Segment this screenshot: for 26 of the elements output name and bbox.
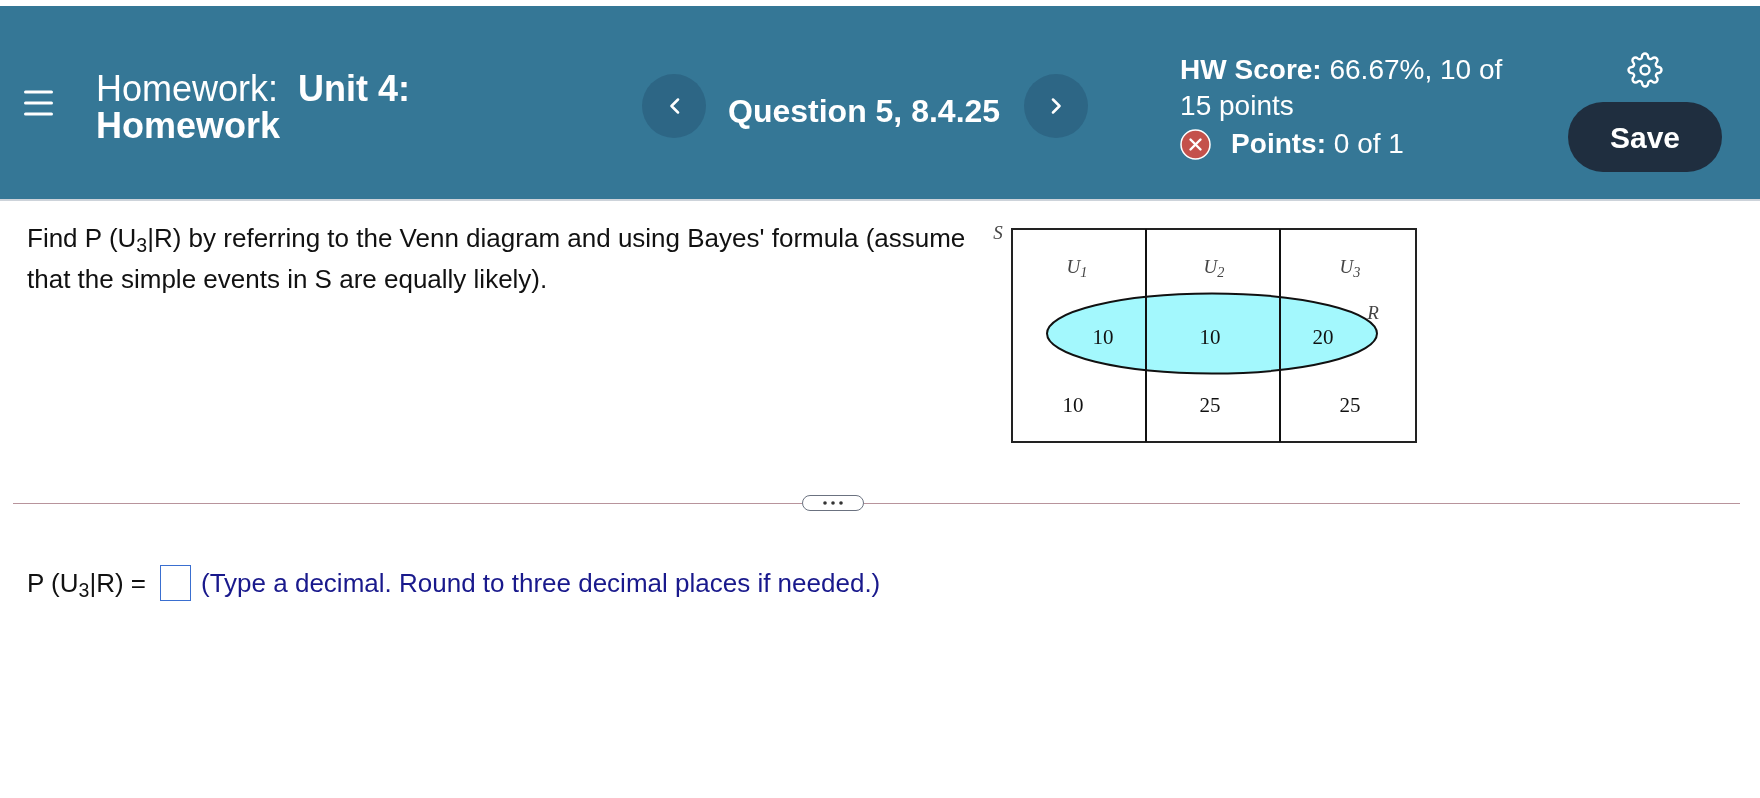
homework-score: HW Score: 66.67%, 10 of 15 points [1180, 53, 1504, 123]
answer-hint: (Type a decimal. Round to three decimal places if needed.) [201, 567, 881, 600]
settings-icon[interactable] [1627, 52, 1663, 88]
answer-prompt: P (U$_{3}$|R) = [27, 567, 146, 602]
assignment-title: Homework: Unit 4: Homework [96, 70, 412, 144]
set-label: U$_{2}$ [1203, 256, 1225, 278]
region-count: 10 [1199, 325, 1221, 349]
question-text: Find P (U$_{3}$|R) by referring to the Venn diagram and using Bayes' formula (assume that the simple events in S are equally likely). [27, 222, 967, 296]
chevron-left-icon [668, 98, 680, 114]
expand-button[interactable] [802, 495, 864, 511]
set-label: U$_{1}$ [1066, 256, 1088, 278]
question-points: Points: 0 of 1 [1231, 127, 1404, 161]
region-count: 25 [1339, 393, 1361, 417]
question-number: Question 5, 8.4.25 [728, 92, 1001, 131]
region-count: 10 [1062, 393, 1084, 417]
save-button[interactable]: Save [1568, 102, 1722, 172]
set-label: U$_{3}$ [1339, 256, 1361, 278]
region-count: 25 [1199, 393, 1221, 417]
region-count: 10 [1092, 325, 1114, 349]
region-count: 20 [1312, 325, 1334, 349]
ellipsis-icon [823, 501, 843, 505]
chevron-right-icon [1050, 98, 1062, 114]
answer-field[interactable] [160, 565, 191, 601]
menu-icon[interactable] [24, 90, 53, 116]
universe-label: S [993, 222, 1003, 244]
event-label: R [1367, 302, 1379, 324]
